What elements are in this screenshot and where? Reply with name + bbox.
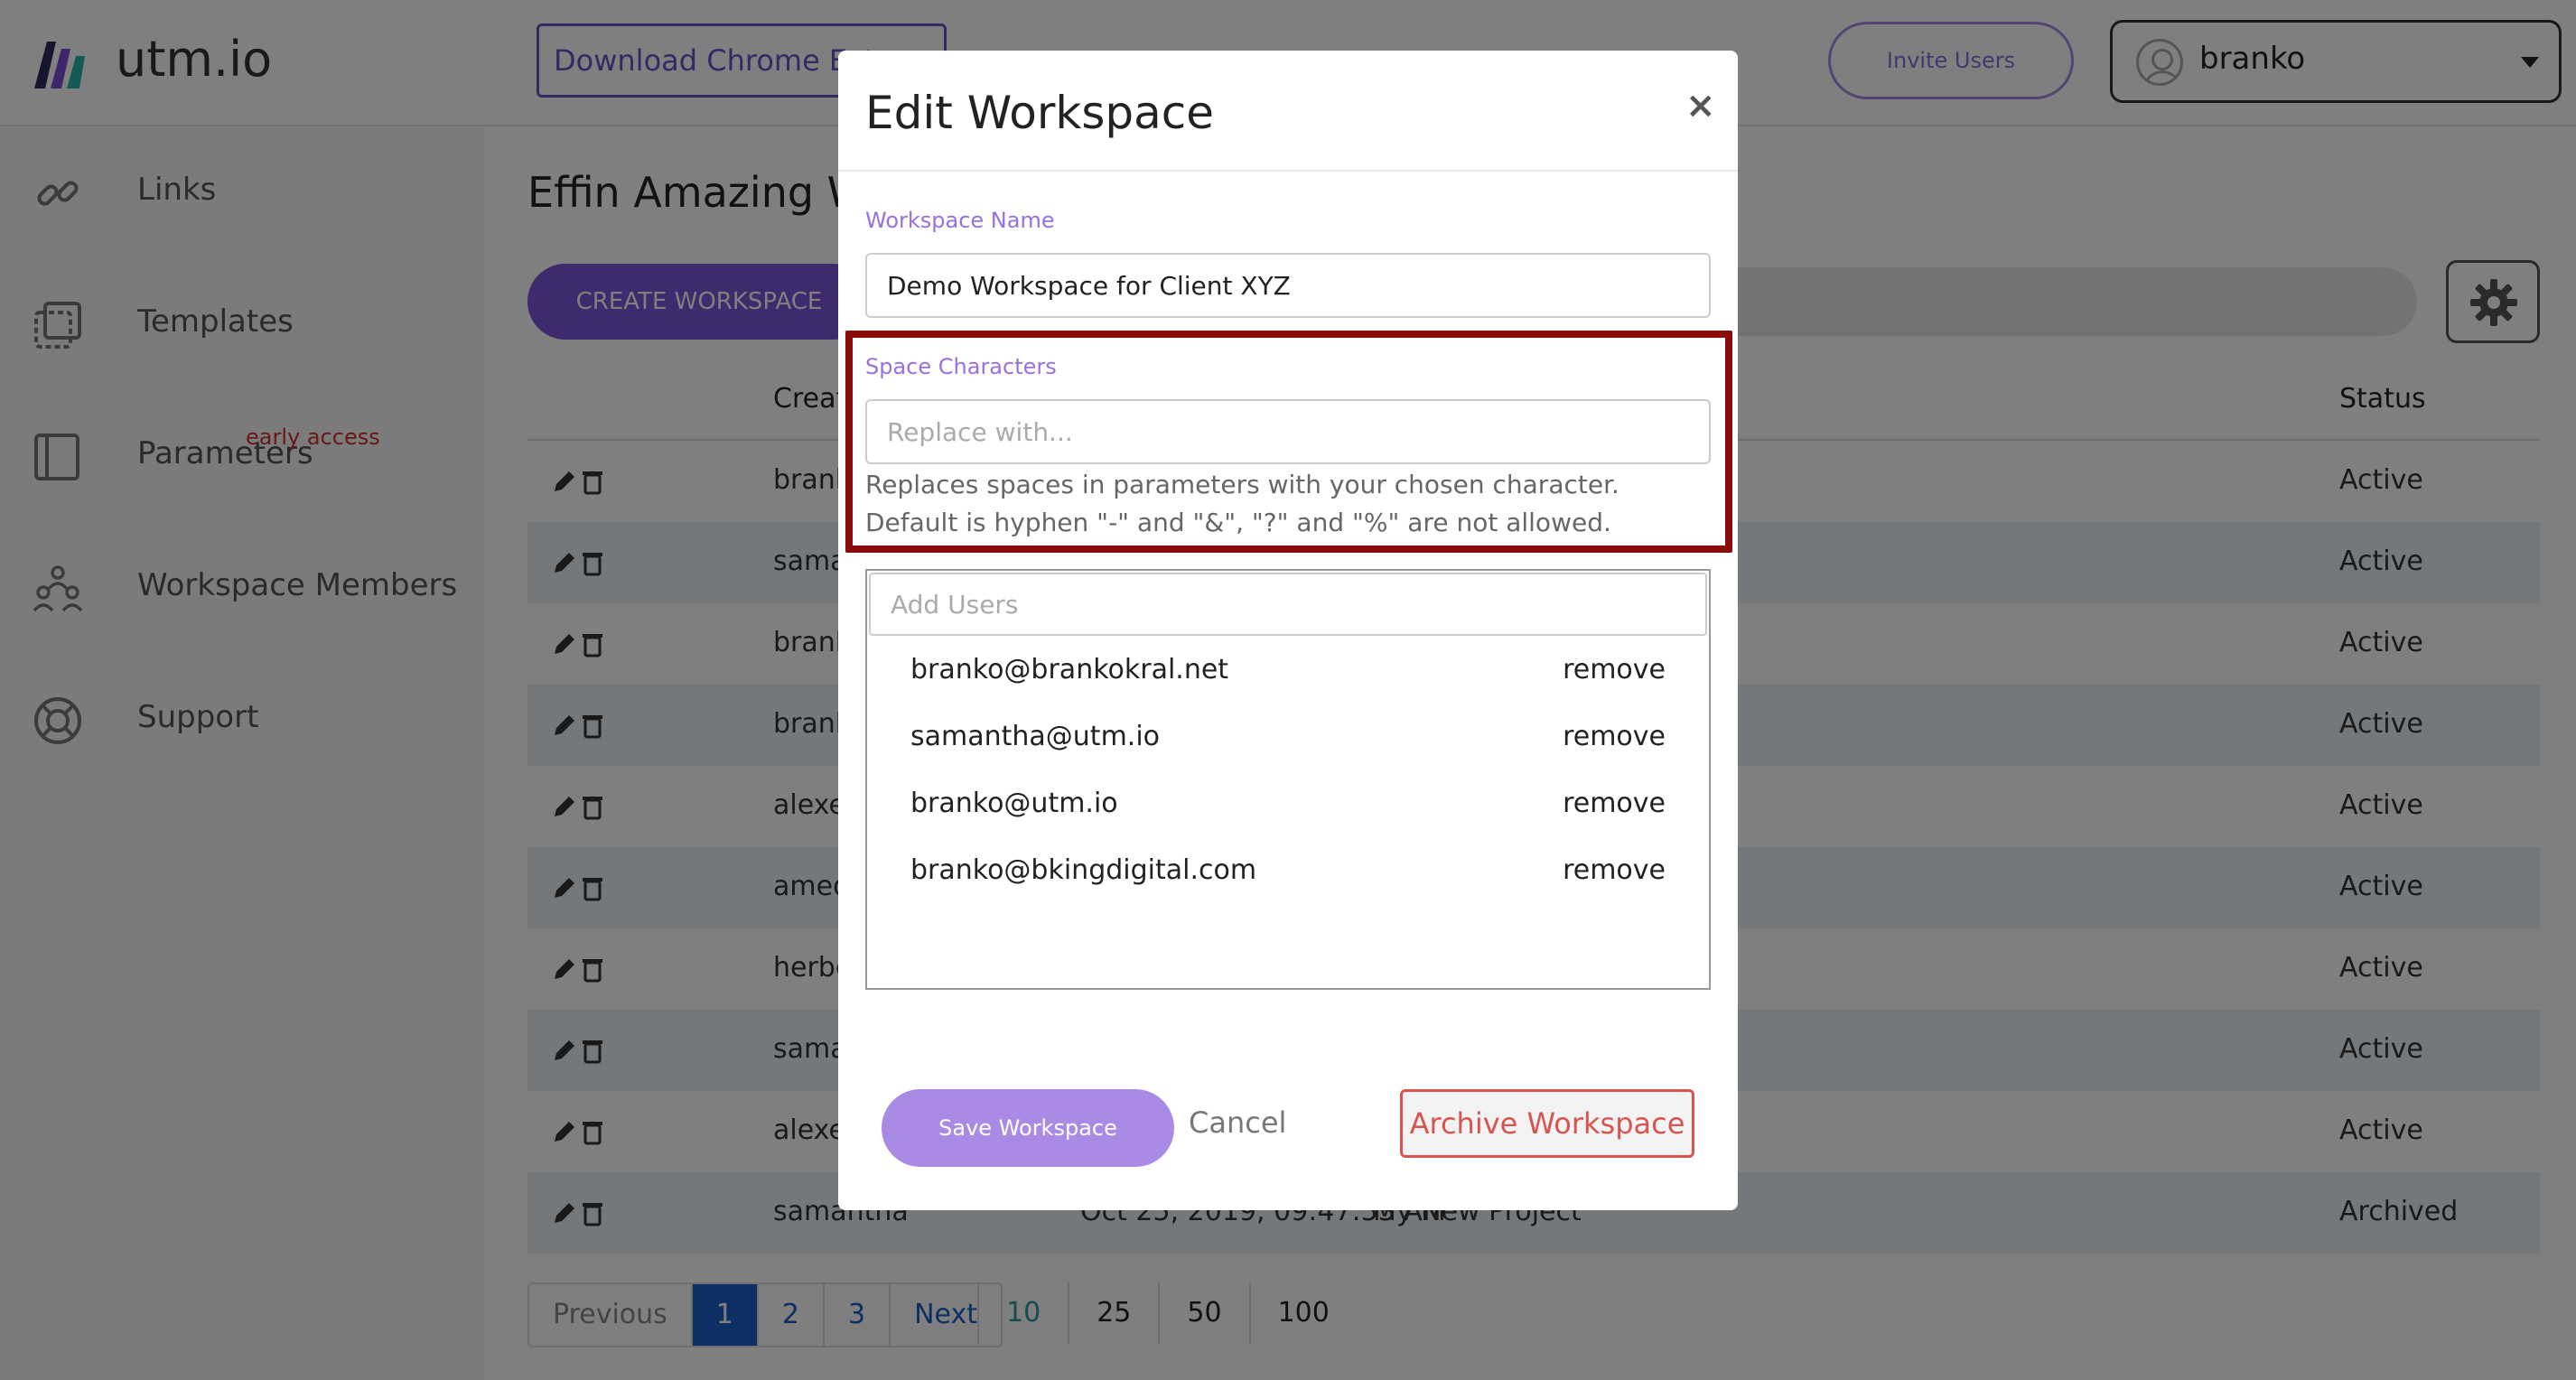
remove-user-link[interactable]: remove [1563, 854, 1666, 886]
workspace-name-input[interactable] [865, 253, 1711, 318]
user-email: branko@utm.io [910, 788, 1118, 819]
close-icon[interactable]: × [1685, 85, 1716, 126]
remove-user-link[interactable]: remove [1563, 721, 1666, 752]
edit-workspace-modal: Edit Workspace × Workspace Name Space Ch… [838, 51, 1738, 1210]
highlight-annotation-box [845, 331, 1732, 553]
remove-user-link[interactable]: remove [1563, 788, 1666, 819]
workspace-user-row: branko@bkingdigital.com remove [867, 840, 1709, 907]
save-workspace-button[interactable]: Save Workspace [882, 1089, 1174, 1167]
modal-header: Edit Workspace × [838, 51, 1738, 172]
user-email: branko@bkingdigital.com [910, 854, 1257, 886]
workspace-user-row: samantha@utm.io remove [867, 706, 1709, 773]
modal-title: Edit Workspace [865, 87, 1215, 139]
remove-user-link[interactable]: remove [1563, 654, 1666, 685]
archive-workspace-button[interactable]: Archive Workspace [1400, 1089, 1694, 1158]
workspace-user-row: branko@utm.io remove [867, 773, 1709, 840]
workspace-name-label: Workspace Name [865, 208, 1055, 233]
add-users-input[interactable] [869, 573, 1707, 636]
workspace-users-box: branko@brankokral.netremovesamantha@utm.… [865, 569, 1711, 990]
user-email: branko@brankokral.net [910, 654, 1229, 685]
user-email: samantha@utm.io [910, 721, 1161, 752]
workspace-user-row: branko@brankokral.net remove [867, 639, 1709, 706]
cancel-button[interactable]: Cancel [1189, 1105, 1286, 1140]
